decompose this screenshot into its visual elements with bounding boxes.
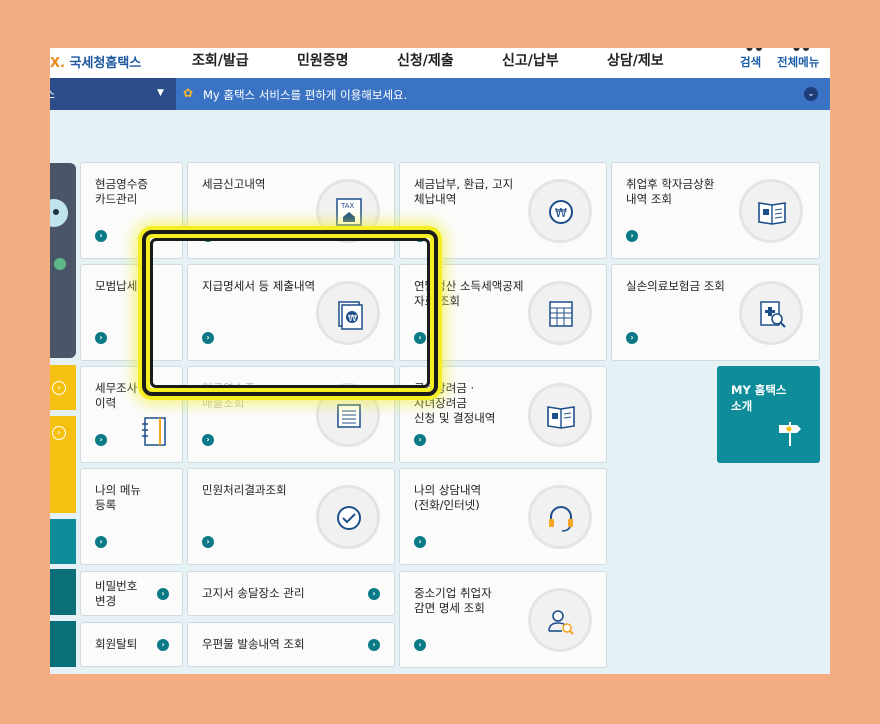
service-select[interactable]: 스 ▼ xyxy=(50,78,176,110)
bar-message: My 홈택스 서비스를 편하게 이용해보세요. xyxy=(203,88,408,102)
side-item-2[interactable]: › xyxy=(50,416,76,513)
nav-item-inquiry[interactable]: 조회/발급 xyxy=(192,50,249,70)
arrow-right-icon: › xyxy=(157,588,169,600)
signpost-icon xyxy=(779,422,801,446)
svg-text:₩: ₩ xyxy=(555,206,567,220)
top-navigation: X. 국세청홈택스 조회/발급 민원증명 신청/제출 신고/납부 상담/제보 ●… xyxy=(50,48,830,78)
card-label: 우편물 발송내역 조회 xyxy=(202,637,305,651)
arrow-right-icon: › xyxy=(202,536,214,548)
book-icon xyxy=(739,179,803,243)
arrow-right-icon: › xyxy=(368,588,380,600)
service-select-label: 스 xyxy=(50,85,55,102)
my-hometax-bar: 스 ▼ ✿ My 홈택스 서비스를 편하게 이용해보세요. ⌄ xyxy=(50,78,830,110)
side-arrow-icon: › xyxy=(52,426,66,440)
search-icon[interactable]: ● ● xyxy=(746,48,763,52)
flower-icon: ✿ xyxy=(183,86,194,100)
card-label: 세금납부, 환급, 고지 체납내역 xyxy=(414,177,514,206)
nav-item-consult[interactable]: 상담/제보 xyxy=(607,50,664,70)
my-card-title: MY 홈택스 소개 xyxy=(731,383,787,413)
caret-down-icon: ▼ xyxy=(157,88,164,98)
arrow-right-icon: › xyxy=(95,536,107,548)
card-civil-result[interactable]: 민원처리결과조회 › xyxy=(187,468,395,565)
arrow-right-icon: › xyxy=(202,434,214,446)
my-hometax-intro-card[interactable]: MY 홈택스 소개 xyxy=(717,366,820,463)
card-label: 중소기업 취업자 감면 명세 조회 xyxy=(414,586,492,615)
arrow-right-icon: › xyxy=(95,230,107,242)
card-consult-history[interactable]: 나의 상담내역 (전화/인터넷) › xyxy=(399,468,607,565)
side-arrow-icon: › xyxy=(52,381,66,395)
card-mail-history[interactable]: 우편물 발송내역 조회 › xyxy=(187,622,395,667)
card-password-change[interactable]: 비밀번호 변경 › xyxy=(80,571,183,616)
card-withdraw[interactable]: 회원탈퇴 › xyxy=(80,622,183,667)
arrow-right-icon: › xyxy=(626,332,638,344)
card-label: 실손의료보험금 조회 xyxy=(626,279,725,293)
side-banner xyxy=(50,163,76,358)
search-link[interactable]: 검색 xyxy=(740,54,761,70)
medical-search-icon xyxy=(739,281,803,345)
check-circle-icon xyxy=(316,485,380,549)
logo-text: 국세청홈택스 xyxy=(69,56,142,71)
arrow-right-icon: › xyxy=(95,434,107,446)
person-search-icon xyxy=(528,588,592,652)
logo-mark: X. xyxy=(50,56,65,71)
card-student-loan[interactable]: 취업후 학자금상환 내역 조회 › xyxy=(611,162,820,259)
svg-text:TAX: TAX xyxy=(340,202,355,210)
notebook-icon xyxy=(142,417,166,446)
menu-icon[interactable]: ● ● xyxy=(793,48,810,52)
card-label: 취업후 학자금상환 내역 조회 xyxy=(626,177,715,206)
side-item-3[interactable] xyxy=(50,519,76,564)
spreadsheet-icon xyxy=(528,281,592,345)
won-coin-icon: ₩ xyxy=(528,179,592,243)
card-label: 세금신고내역 xyxy=(202,177,266,191)
arrow-right-icon: › xyxy=(414,434,426,446)
nav-item-certificate[interactable]: 민원증명 xyxy=(297,50,349,70)
card-medical-insurance[interactable]: 실손의료보험금 조회 › xyxy=(611,264,820,361)
hometax-logo[interactable]: X. 국세청홈택스 xyxy=(50,52,141,71)
card-label: 고지서 송달장소 관리 xyxy=(202,586,305,600)
nav-item-application[interactable]: 신청/제출 xyxy=(397,50,454,70)
card-notice-address[interactable]: 고지서 송달장소 관리 › xyxy=(187,571,395,616)
highlight-inner-box xyxy=(150,238,430,388)
book-icon xyxy=(528,383,592,447)
side-item-1[interactable]: › xyxy=(50,365,76,410)
character-icon xyxy=(50,199,68,270)
arrow-right-icon: › xyxy=(157,639,169,651)
headset-icon xyxy=(528,485,592,549)
arrow-right-icon: › xyxy=(95,332,107,344)
arrow-right-icon: › xyxy=(414,536,426,548)
arrow-right-icon: › xyxy=(626,230,638,242)
chevron-down-icon[interactable]: ⌄ xyxy=(804,87,818,101)
arrow-right-icon: › xyxy=(368,639,380,651)
card-sme-exemption[interactable]: 중소기업 취업자 감면 명세 조회 › xyxy=(399,571,607,668)
card-label: 나의 상담내역 (전화/인터넷) xyxy=(414,483,482,512)
side-item-4[interactable] xyxy=(50,569,76,615)
card-my-menu[interactable]: 나의 메뉴 등록 › xyxy=(80,468,183,565)
arrow-right-icon: › xyxy=(414,639,426,651)
all-menu-link[interactable]: 전체메뉴 xyxy=(777,54,819,70)
side-item-5[interactable] xyxy=(50,621,76,667)
nav-item-filing[interactable]: 신고/납부 xyxy=(502,50,559,70)
